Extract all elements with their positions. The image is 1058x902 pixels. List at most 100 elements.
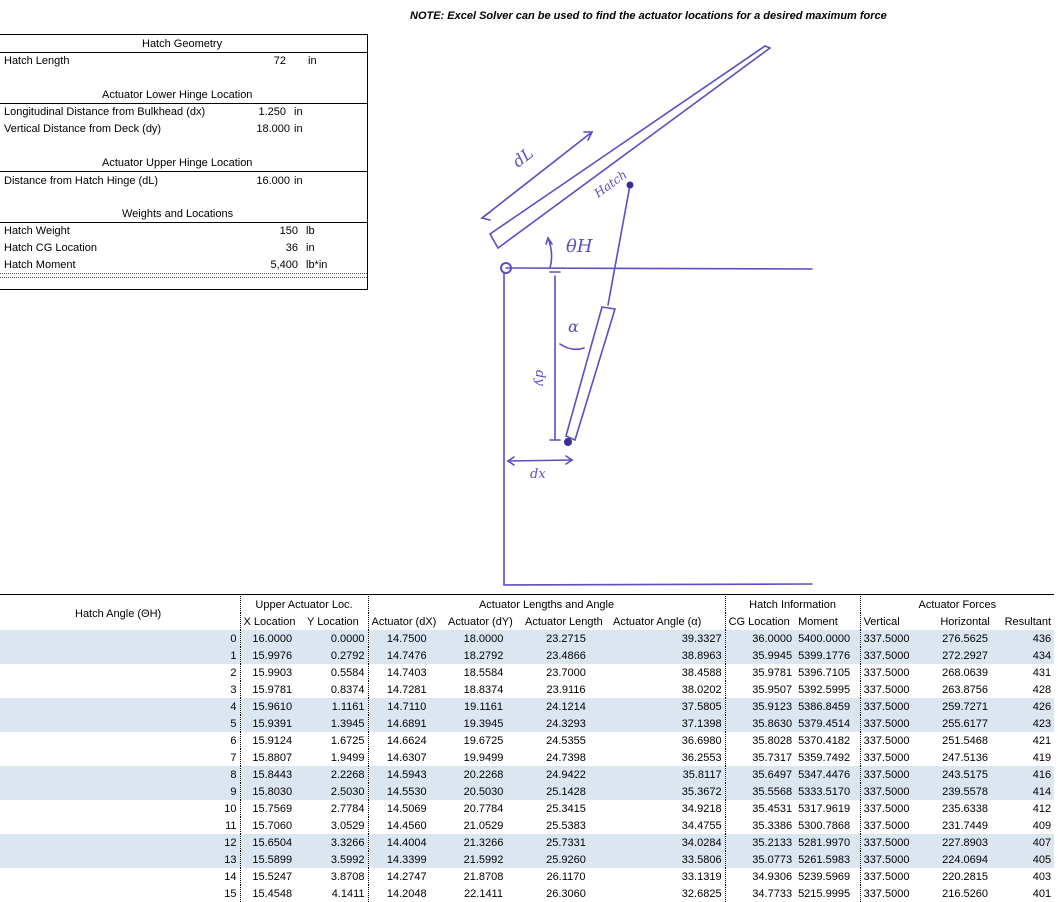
cell-cg-location[interactable]: 35.5568 [724,783,796,800]
dy-value[interactable]: 18.000 [230,123,290,135]
cell-x-location[interactable]: 15.9976 [239,647,304,664]
cell-angle[interactable]: 2 [0,664,240,681]
cell-vertical[interactable]: 337.5000 [859,800,933,817]
cell-vertical[interactable]: 337.5000 [859,715,933,732]
cell-y-location[interactable]: 0.2792 [304,647,369,664]
cell-moment[interactable]: 5379.4514 [795,715,861,732]
cell-actuator-angle[interactable]: 39.3327 [610,630,726,647]
cell-cg-location[interactable]: 35.9781 [724,664,796,681]
cell-angle[interactable]: 5 [0,715,240,732]
cell-actuator-length[interactable]: 25.9260 [522,851,611,868]
cell-vertical[interactable]: 337.5000 [859,868,933,885]
cell-cg-location[interactable]: 35.9945 [724,647,796,664]
cell-actuator-dy[interactable]: 20.2268 [445,766,523,783]
cell-resultant[interactable]: 428 [998,681,1054,698]
cell-y-location[interactable]: 1.1161 [304,698,369,715]
cell-actuator-angle[interactable]: 38.0202 [610,681,726,698]
cell-vertical[interactable]: 337.5000 [859,630,933,647]
cell-x-location[interactable]: 15.9903 [239,664,304,681]
cell-x-location[interactable]: 16.0000 [239,630,304,647]
cell-moment[interactable]: 5215.9995 [795,885,861,902]
cell-actuator-dy[interactable]: 18.0000 [445,630,523,647]
cell-moment[interactable]: 5396.7105 [795,664,861,681]
cell-moment[interactable]: 5333.5170 [795,783,861,800]
cell-angle[interactable]: 14 [0,868,240,885]
cell-actuator-dy[interactable]: 19.1161 [445,698,523,715]
cell-resultant[interactable]: 436 [998,630,1055,647]
cell-cg-location[interactable]: 35.9123 [724,698,796,715]
cell-angle[interactable]: 4 [0,698,240,715]
cell-horizontal[interactable]: 268.0639 [932,664,998,681]
cell-x-location[interactable]: 15.8030 [239,783,304,800]
cell-actuator-dx[interactable]: 14.5530 [367,783,446,800]
cell-vertical[interactable]: 337.5000 [859,766,933,783]
cell-actuator-angle[interactable]: 35.8117 [610,766,726,783]
cell-actuator-dx[interactable]: 14.5943 [367,766,446,783]
cell-moment[interactable]: 5370.4182 [795,732,861,749]
cell-resultant[interactable]: 419 [998,749,1054,766]
cell-actuator-dx[interactable]: 14.6891 [367,715,446,732]
cell-y-location[interactable]: 4.1411 [304,885,369,902]
cell-cg-location[interactable]: 35.8630 [724,715,796,732]
cell-x-location[interactable]: 15.7060 [239,817,304,834]
cell-x-location[interactable]: 15.9781 [239,681,304,698]
cell-resultant[interactable]: 407 [998,834,1055,851]
cell-vertical[interactable]: 337.5000 [859,749,933,766]
dl-value[interactable]: 16.000 [230,175,290,187]
cell-actuator-length[interactable]: 25.5383 [522,817,610,834]
cell-angle[interactable]: 3 [0,681,240,698]
cell-resultant[interactable]: 412 [998,800,1054,817]
cell-horizontal[interactable]: 251.5468 [932,732,998,749]
cell-horizontal[interactable]: 243.5175 [932,766,999,783]
cell-actuator-dx[interactable]: 14.7476 [367,647,446,664]
cell-moment[interactable]: 5392.5995 [795,681,861,698]
cell-cg-location[interactable]: 35.9507 [724,681,796,698]
cell-actuator-angle[interactable]: 36.2553 [610,749,726,766]
cell-y-location[interactable]: 3.5992 [304,851,369,868]
cell-actuator-angle[interactable]: 36.6980 [610,732,726,749]
cell-y-location[interactable]: 3.8708 [304,868,369,885]
cell-actuator-length[interactable]: 24.7398 [522,749,610,766]
weight-value[interactable]: 150 [238,225,298,237]
cell-resultant[interactable]: 431 [998,664,1054,681]
cell-actuator-length[interactable]: 26.3060 [522,885,610,902]
cell-y-location[interactable]: 3.0529 [304,817,369,834]
cell-actuator-length[interactable]: 24.5355 [522,732,610,749]
cell-angle[interactable]: 7 [0,749,240,766]
cell-actuator-angle[interactable]: 37.5805 [610,698,726,715]
cell-actuator-length[interactable]: 25.3415 [522,800,610,817]
cell-cg-location[interactable]: 35.6497 [724,766,796,783]
cell-actuator-angle[interactable]: 38.8963 [610,647,726,664]
cell-actuator-dy[interactable]: 22.1411 [445,885,522,902]
cell-vertical[interactable]: 337.5000 [859,698,933,715]
cell-cg-location[interactable]: 35.4531 [724,800,796,817]
cell-actuator-dy[interactable]: 19.6725 [445,732,522,749]
cell-resultant[interactable]: 401 [998,885,1054,902]
cell-vertical[interactable]: 337.5000 [859,885,933,902]
cell-horizontal[interactable]: 239.5578 [932,783,999,800]
cell-x-location[interactable]: 15.8807 [239,749,304,766]
cell-cg-location[interactable]: 35.0773 [724,851,796,868]
cell-actuator-angle[interactable]: 34.4755 [610,817,726,834]
cell-angle[interactable]: 13 [0,851,240,868]
cell-angle[interactable]: 12 [0,834,240,851]
cell-resultant[interactable]: 416 [998,766,1055,783]
cell-resultant[interactable]: 434 [998,647,1055,664]
cell-horizontal[interactable]: 263.8756 [932,681,998,698]
cell-cg-location[interactable]: 35.3386 [724,817,796,834]
cell-actuator-dy[interactable]: 20.7784 [445,800,522,817]
cell-vertical[interactable]: 337.5000 [859,817,933,834]
cell-actuator-dx[interactable]: 14.2747 [367,868,446,885]
cell-horizontal[interactable]: 259.7271 [932,698,999,715]
cell-vertical[interactable]: 337.5000 [859,732,933,749]
cell-horizontal[interactable]: 227.8903 [932,834,999,851]
cell-cg-location[interactable]: 35.7317 [724,749,796,766]
cell-cg-location[interactable]: 34.7733 [724,885,796,902]
cell-moment[interactable]: 5317.9619 [795,800,861,817]
cell-actuator-angle[interactable]: 33.1319 [610,868,726,885]
cell-actuator-length[interactable]: 24.9422 [522,766,611,783]
cell-angle[interactable]: 1 [0,647,240,664]
cell-angle[interactable]: 10 [0,800,240,817]
cell-actuator-dy[interactable]: 21.0529 [445,817,522,834]
cell-actuator-dy[interactable]: 18.8374 [445,681,522,698]
